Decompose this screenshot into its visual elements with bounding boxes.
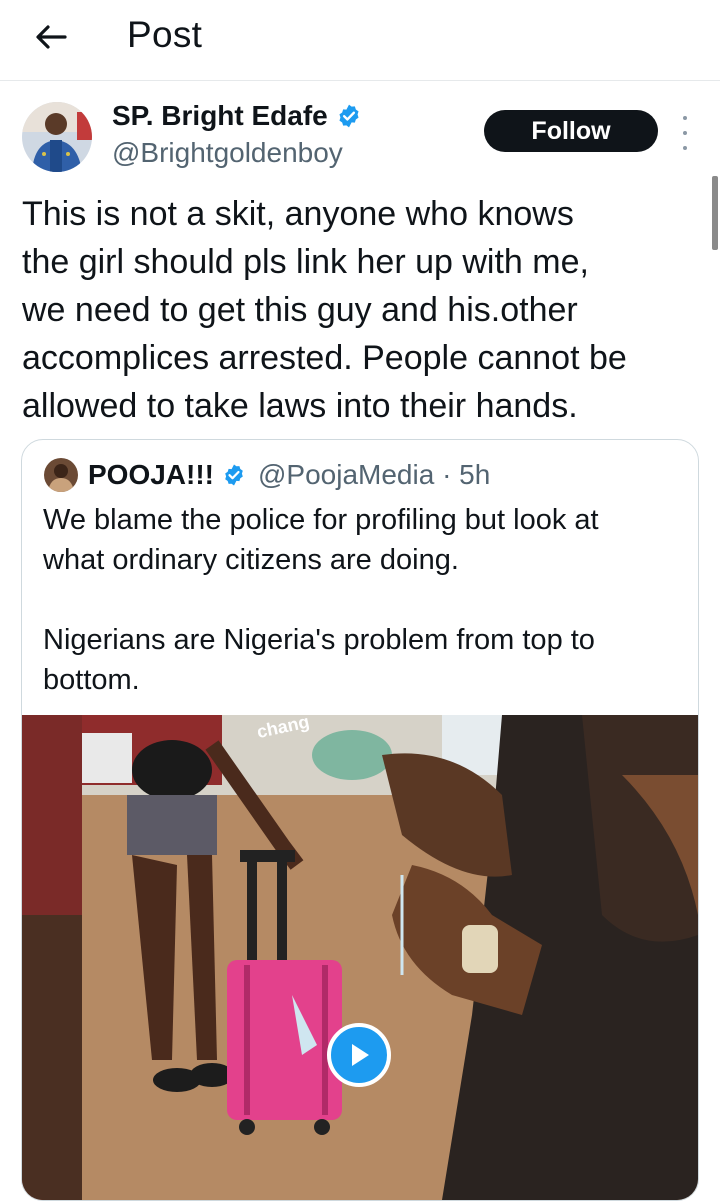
quoted-handle-time: @PoojaMedia · 5h bbox=[258, 459, 491, 490]
more-options-icon[interactable] bbox=[672, 116, 698, 150]
video-thumbnail[interactable]: chang bbox=[22, 715, 698, 1200]
avatar[interactable] bbox=[22, 102, 92, 172]
author-name-text: SP. Bright Edafe bbox=[112, 100, 328, 131]
quoted-author-name[interactable]: POOJA!!! bbox=[88, 459, 246, 491]
play-button[interactable] bbox=[327, 1023, 391, 1087]
top-bar: Post bbox=[0, 0, 720, 81]
play-icon bbox=[352, 1044, 369, 1066]
verified-badge-icon bbox=[336, 103, 362, 129]
back-button[interactable] bbox=[26, 12, 76, 62]
quoted-post[interactable]: POOJA!!! @PoojaMedia · 5h We blame the p… bbox=[21, 439, 699, 1201]
author-name[interactable]: SP. Bright Edafe bbox=[112, 100, 362, 132]
verified-badge-icon bbox=[222, 463, 246, 487]
author-handle[interactable]: @Brightgoldenboy bbox=[112, 137, 343, 169]
page-title: Post bbox=[127, 14, 203, 55]
post-text: This is not a skit, anyone who knows the… bbox=[22, 195, 627, 425]
quoted-author-name-text: POOJA!!! bbox=[88, 459, 214, 490]
quoted-text: We blame the police for profiling but lo… bbox=[43, 504, 599, 696]
arrow-left-icon bbox=[36, 25, 67, 49]
quoted-avatar[interactable] bbox=[44, 458, 78, 492]
follow-button[interactable]: Follow bbox=[484, 110, 658, 152]
scrollbar[interactable] bbox=[712, 176, 718, 250]
